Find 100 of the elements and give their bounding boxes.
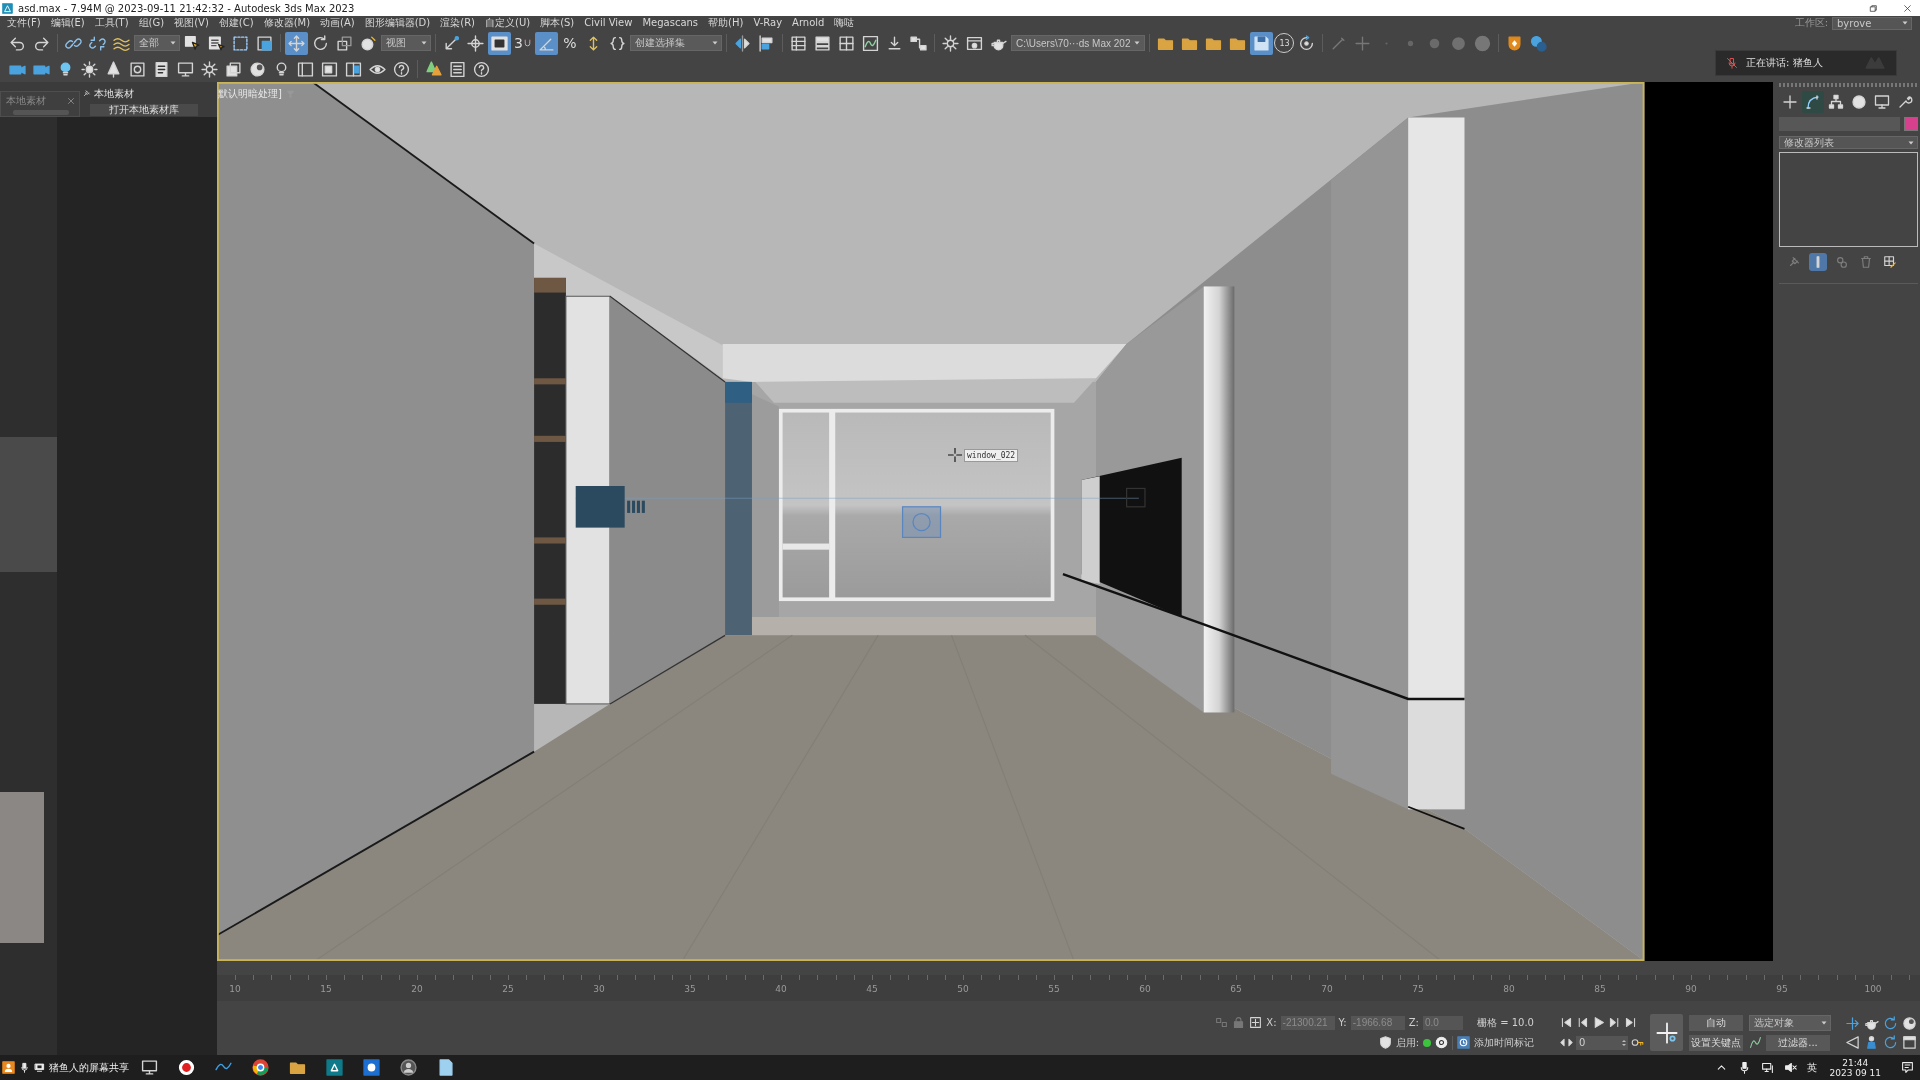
- browser-icon[interactable]: [252, 1059, 269, 1076]
- pin-icon: [82, 89, 91, 98]
- menu-item[interactable]: 创建(C): [213, 16, 259, 30]
- keyboard-toggle-icon[interactable]: [488, 31, 511, 55]
- document-icon[interactable]: [437, 1059, 454, 1076]
- triangle-icon[interactable]: [1845, 1034, 1860, 1050]
- configure-icon[interactable]: [1881, 253, 1899, 271]
- restore-icon[interactable]: [1869, 3, 1878, 13]
- orbit-icon[interactable]: [1883, 1015, 1898, 1031]
- auto-key-button[interactable]: 自动: [1689, 1014, 1743, 1031]
- workspace-dropdown[interactable]: byrove: [1832, 16, 1912, 30]
- menu-item[interactable]: Arnold: [787, 16, 830, 30]
- path-dropdown[interactable]: C:\Users\70···ds Max 202: [1011, 35, 1146, 51]
- time-tag-text[interactable]: 添加时间标记: [1474, 1035, 1534, 1050]
- caret-icon: [1133, 39, 1142, 47]
- selection-set-dropdown[interactable]: 创建选择集: [630, 35, 722, 51]
- caret-icon: [1901, 19, 1909, 27]
- snap-toggle-button[interactable]: 3: [512, 31, 534, 55]
- close-icon[interactable]: [1903, 3, 1912, 13]
- bend-icon[interactable]: [1802, 91, 1824, 113]
- frame-number: 65: [1229, 983, 1243, 996]
- filter-dropdown[interactable]: 全部: [134, 35, 180, 51]
- caret-icon: [711, 39, 719, 47]
- menu-item[interactable]: 视图(V): [169, 16, 214, 30]
- shield-icon[interactable]: [1378, 1036, 1392, 1049]
- menu-item[interactable]: 帮助(H): [703, 16, 749, 30]
- y-label: Y:: [1338, 1017, 1347, 1028]
- play-icon[interactable]: [1592, 1016, 1605, 1029]
- menu-item[interactable]: 文件(F): [2, 16, 46, 30]
- figure-icon[interactable]: [1864, 1034, 1879, 1050]
- panel-grip[interactable]: [1779, 83, 1918, 87]
- menu-item[interactable]: Megascans: [637, 16, 704, 30]
- enable-label: 启用:: [1395, 1035, 1419, 1050]
- frame-number: 75: [1411, 983, 1425, 996]
- microphone-icon[interactable]: [19, 1062, 30, 1073]
- menu-item[interactable]: 嗨哒: [829, 16, 860, 30]
- menu-item[interactable]: 脚本(S): [535, 16, 580, 30]
- square-cross-icon[interactable]: [1249, 1016, 1263, 1029]
- screen-share-label[interactable]: 猪鱼人的屏幕共享: [49, 1060, 129, 1075]
- open-library-button[interactable]: 打开本地素材库: [90, 104, 198, 116]
- filters-button[interactable]: 过滤器...: [1766, 1034, 1830, 1051]
- modifier-list-dropdown[interactable]: 修改器列表: [1779, 136, 1918, 149]
- frame-number: 100: [1863, 983, 1883, 996]
- frame-number: 35: [683, 983, 697, 996]
- menu-item[interactable]: 修改器(M): [258, 16, 316, 30]
- percent-snap-button[interactable]: %: [559, 31, 581, 55]
- clock-time[interactable]: 21:44: [1842, 1057, 1869, 1068]
- record-icon[interactable]: [178, 1059, 195, 1076]
- set-key-mode-button[interactable]: 设置关键点: [1689, 1034, 1743, 1051]
- caret-icon: [420, 39, 428, 47]
- previous-frame-icon[interactable]: [1576, 1016, 1589, 1029]
- menu-item[interactable]: 编辑(E): [45, 16, 90, 30]
- floating-panel-title: 本地素材: [6, 94, 46, 108]
- frame-number: 60: [1138, 983, 1152, 996]
- frame-field[interactable]: 0: [1576, 1035, 1628, 1050]
- menu-item[interactable]: 图形编辑器(D): [359, 16, 436, 30]
- menu-item[interactable]: 渲染(R): [435, 16, 480, 30]
- go-end-icon[interactable]: [1624, 1016, 1637, 1029]
- frame-number: 15: [319, 983, 333, 996]
- timeline-ruler[interactable]: 10 15 20 25 30 35 40 45 50 55 60 65 70 75 80 85 90 95 100: [217, 975, 1920, 1001]
- color-swatch-icon[interactable]: [1904, 117, 1918, 131]
- arrows-icon[interactable]: [1845, 1015, 1860, 1031]
- angle-icon[interactable]: [535, 31, 558, 55]
- coordinate-dropdown[interactable]: 视图: [381, 35, 431, 51]
- key-mode-icon[interactable]: [1560, 1036, 1573, 1049]
- bar-icon[interactable]: [1809, 253, 1827, 271]
- crosshair-cursor-icon: [948, 448, 962, 462]
- clock-icon[interactable]: [1457, 1036, 1470, 1049]
- monitor-icon[interactable]: [141, 1059, 158, 1076]
- menu-item[interactable]: 自定义(U): [480, 16, 536, 30]
- screen-icon[interactable]: [34, 1062, 45, 1073]
- app-tile-icon[interactable]: [326, 1059, 343, 1076]
- frame-number: 70: [1320, 983, 1334, 996]
- ring-icon[interactable]: [1435, 1036, 1448, 1049]
- avatar-icon[interactable]: [400, 1059, 417, 1076]
- menu-item[interactable]: 组(G): [133, 16, 170, 30]
- menu-item[interactable]: 动画(A): [315, 16, 360, 30]
- menu-item[interactable]: Civil View: [579, 16, 638, 30]
- maximize-icon[interactable]: [1902, 1034, 1917, 1050]
- input-mode-indicator[interactable]: 英: [1807, 1060, 1818, 1075]
- person-tile-icon[interactable]: [2, 1061, 15, 1074]
- menu-item[interactable]: 工具(T): [89, 16, 134, 30]
- key-filter-dropdown[interactable]: 选定对象: [1749, 1014, 1831, 1031]
- key-icon[interactable]: [1631, 1036, 1644, 1049]
- clock-date[interactable]: 2023 09 11: [1829, 1067, 1881, 1078]
- save-icon[interactable]: [1250, 31, 1274, 55]
- menu-item[interactable]: V-Ray: [748, 16, 788, 30]
- move-icon[interactable]: [285, 31, 308, 55]
- mute-icon[interactable]: [1784, 1061, 1798, 1074]
- set-key-button[interactable]: [1650, 1014, 1683, 1051]
- modifier-stack-list[interactable]: [1779, 152, 1918, 247]
- curve-icon[interactable]: [1749, 1036, 1762, 1049]
- close-icon[interactable]: [67, 97, 75, 105]
- app-tile-icon[interactable]: [363, 1059, 380, 1076]
- frame-number: 45: [865, 983, 879, 996]
- go-start-icon[interactable]: [1560, 1016, 1573, 1029]
- orbit-icon[interactable]: [1883, 1034, 1898, 1050]
- notification-icon[interactable]: [1901, 1061, 1914, 1074]
- network-icon[interactable]: [1761, 1061, 1775, 1074]
- next-frame-icon[interactable]: [1608, 1016, 1621, 1029]
